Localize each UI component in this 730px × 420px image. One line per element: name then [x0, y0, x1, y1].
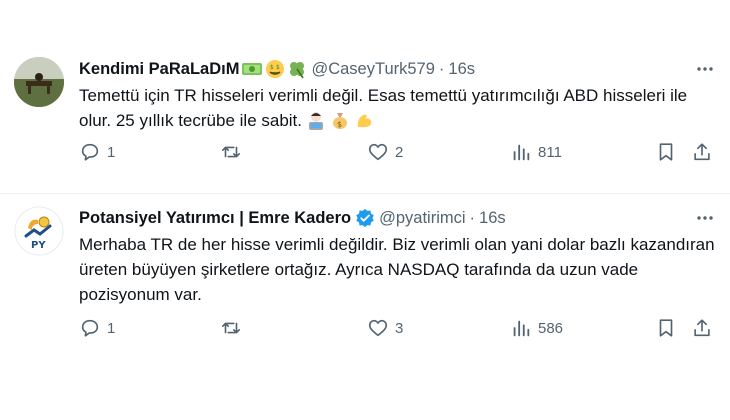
more-options-icon[interactable]	[694, 207, 716, 229]
repost-icon	[221, 322, 241, 334]
money-bag-icon: $	[330, 110, 350, 130]
svg-text:PY: PY	[31, 240, 46, 251]
tweet-text: Temettü için TR hisseleri verimli değil.…	[79, 83, 716, 133]
views-button[interactable]: 811	[510, 141, 562, 163]
repost-button[interactable]	[220, 317, 248, 339]
author-name[interactable]: Kendimi PaRaLaDıM	[79, 60, 239, 79]
flexed-biceps-icon	[354, 110, 374, 130]
bookmark-icon	[659, 319, 673, 337]
man-technologist-icon	[306, 110, 326, 130]
reply-button[interactable]: 1	[79, 317, 115, 339]
share-button[interactable]	[691, 317, 713, 339]
share-icon	[694, 319, 710, 337]
reply-icon	[81, 143, 99, 161]
views-count: 811	[538, 143, 562, 161]
views-chart-icon	[513, 144, 530, 161]
heart-icon	[368, 319, 388, 337]
more-options-icon[interactable]	[694, 58, 716, 80]
svg-text:$: $	[337, 120, 342, 129]
like-button[interactable]: 3	[367, 317, 403, 339]
avatar-kendimi[interactable]	[14, 57, 64, 107]
like-count: 3	[395, 319, 404, 337]
repost-icon	[221, 146, 241, 158]
tweet-header: Kendimi PaRaLaDıM $ $ @CaseyTurk579 · 16s	[79, 58, 716, 80]
avatar-potansiyel[interactable]: PY	[14, 206, 64, 256]
views-button[interactable]: 586	[510, 317, 563, 339]
separator-dot: ·	[438, 59, 445, 78]
tweet-content: Kendimi PaRaLaDıM $ $ @CaseyTurk579 · 16s…	[79, 58, 716, 133]
reply-count: 1	[107, 319, 116, 337]
svg-text:$: $	[276, 64, 280, 71]
like-count: 2	[395, 143, 404, 161]
tweet-text: Merhaba TR de her hisse verimli değildir…	[79, 235, 715, 304]
repost-button[interactable]	[220, 141, 248, 163]
share-icon	[694, 143, 710, 161]
heart-icon	[368, 143, 388, 161]
verified-badge-icon	[356, 208, 374, 228]
views-count: 586	[538, 319, 564, 337]
four-leaf-clover-icon	[287, 59, 307, 79]
share-button[interactable]	[691, 141, 713, 163]
like-button[interactable]: 2	[367, 141, 403, 163]
money-bills-icon	[241, 60, 263, 78]
svg-text:$: $	[270, 64, 274, 71]
views-chart-icon	[513, 320, 530, 337]
tweet-1[interactable]: Kendimi PaRaLaDıM $ $ @CaseyTurk579 · 16s…	[0, 48, 730, 193]
author-handle[interactable]: @pyatirimci	[379, 209, 465, 228]
reply-count: 1	[107, 143, 116, 161]
timestamp[interactable]: 16s	[479, 209, 506, 228]
separator-dot: ·	[469, 208, 476, 227]
tweet-text-body: Temettü için TR hisseleri verimli değil.…	[79, 86, 688, 130]
timestamp[interactable]: 16s	[448, 60, 475, 79]
reply-icon	[81, 319, 99, 337]
reply-button[interactable]: 1	[79, 141, 115, 163]
tweet-content: Potansiyel Yatırımcı | Emre Kadero @pyat…	[79, 207, 716, 307]
money-mouth-face-icon: $ $	[265, 59, 285, 79]
bookmark-button[interactable]	[655, 317, 677, 339]
bookmark-button[interactable]	[655, 141, 677, 163]
tweet-header: Potansiyel Yatırımcı | Emre Kadero @pyat…	[79, 207, 716, 229]
tweet-2[interactable]: PY Potansiyel Yatırımcı | Emre Kadero @p…	[0, 193, 730, 373]
bookmark-icon	[659, 143, 673, 161]
author-name[interactable]: Potansiyel Yatırımcı | Emre Kadero	[79, 209, 351, 228]
author-handle[interactable]: @CaseyTurk579	[311, 60, 434, 79]
